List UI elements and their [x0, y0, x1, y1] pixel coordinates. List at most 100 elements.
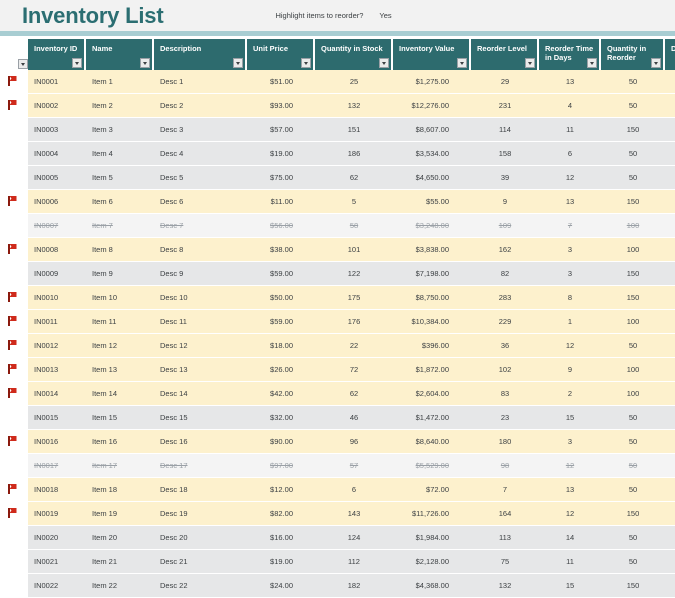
- reorder-flag-icon: [8, 244, 17, 254]
- column-header-reorder[interactable]: Quantity in Reorder: [601, 39, 665, 70]
- table-row[interactable]: IN0003Item 3Desc 3$57.00151$8,607.001141…: [0, 118, 675, 142]
- cell-name: Item 11: [86, 310, 154, 334]
- cell-id: IN0008: [28, 238, 86, 262]
- column-header-disc[interactable]: Discontinued?: [665, 39, 675, 70]
- reorder-flag-icon: [8, 364, 17, 374]
- cell-value: $8,607.00: [393, 118, 471, 142]
- cell-days: 14: [539, 526, 601, 550]
- filter-dropdown-icon[interactable]: [457, 58, 467, 68]
- table-row[interactable]: IN0021Item 21Desc 21$19.00112$2,128.0075…: [0, 550, 675, 574]
- table-row[interactable]: IN0007Item 7Desc 7$56.0058$3,248.0010971…: [0, 214, 675, 238]
- cell-reorder: 50: [601, 334, 665, 358]
- cell-qty: 57: [315, 454, 393, 478]
- table-row[interactable]: IN0002Item 2Desc 2$93.00132$12,276.00231…: [0, 94, 675, 118]
- cell-desc: Desc 17: [154, 454, 247, 478]
- column-header-desc[interactable]: Description: [154, 39, 247, 70]
- cell-name: Item 9: [86, 262, 154, 286]
- cell-qty: 132: [315, 94, 393, 118]
- table-row[interactable]: IN0019Item 19Desc 19$82.00143$11,726.001…: [0, 502, 675, 526]
- column-header-name[interactable]: Name: [86, 39, 154, 70]
- reorder-flag-cell: [0, 94, 28, 118]
- table-row[interactable]: IN0020Item 20Desc 20$16.00124$1,984.0011…: [0, 526, 675, 550]
- table-row[interactable]: IN0010Item 10Desc 10$50.00175$8,750.0028…: [0, 286, 675, 310]
- table-body: IN0001Item 1Desc 1$51.0025$1,275.0029135…: [0, 70, 675, 598]
- filter-dropdown-icon[interactable]: [651, 58, 661, 68]
- cell-value: $396.00: [393, 334, 471, 358]
- cell-desc: Desc 16: [154, 430, 247, 454]
- table-row[interactable]: IN0009Item 9Desc 9$59.00122$7,198.008231…: [0, 262, 675, 286]
- filter-dropdown-icon[interactable]: [233, 58, 243, 68]
- table-row[interactable]: IN0012Item 12Desc 12$18.0022$396.0036125…: [0, 334, 675, 358]
- reorder-flag-icon: [8, 292, 17, 302]
- filter-dropdown-icon[interactable]: [140, 58, 150, 68]
- highlight-reorder-control: Highlight items to reorder? Yes: [275, 11, 391, 20]
- column-header-value[interactable]: Inventory Value: [393, 39, 471, 70]
- cell-desc: Desc 19: [154, 502, 247, 526]
- cell-level: 36: [471, 334, 539, 358]
- table-row[interactable]: IN0004Item 4Desc 4$19.00186$3,534.001586…: [0, 142, 675, 166]
- cell-disc: [665, 406, 675, 430]
- reorder-flag-cell: [0, 550, 28, 574]
- cell-days: 12: [539, 502, 601, 526]
- column-header-label: Inventory Value: [399, 44, 454, 53]
- cell-qty: 175: [315, 286, 393, 310]
- filter-dropdown-icon[interactable]: [379, 58, 389, 68]
- cell-disc: [665, 70, 675, 94]
- column-header-qty[interactable]: Quantity in Stock: [315, 39, 393, 70]
- column-header-level[interactable]: Reorder Level: [471, 39, 539, 70]
- reorder-flag-cell: [0, 142, 28, 166]
- cell-qty: 25: [315, 70, 393, 94]
- highlight-reorder-value[interactable]: Yes: [379, 11, 391, 20]
- filter-dropdown-icon[interactable]: [18, 59, 28, 69]
- cell-value: $1,984.00: [393, 526, 471, 550]
- cell-level: 39: [471, 166, 539, 190]
- table-row[interactable]: IN0014Item 14Desc 14$42.0062$2,604.00832…: [0, 382, 675, 406]
- table-row[interactable]: IN0013Item 13Desc 13$26.0072$1,872.00102…: [0, 358, 675, 382]
- cell-price: $11.00: [247, 190, 315, 214]
- cell-level: 113: [471, 526, 539, 550]
- table-row[interactable]: IN0022Item 22Desc 22$24.00182$4,368.0013…: [0, 574, 675, 598]
- table-row[interactable]: IN0011Item 11Desc 11$59.00176$10,384.002…: [0, 310, 675, 334]
- filter-dropdown-icon[interactable]: [587, 58, 597, 68]
- cell-price: $12.00: [247, 478, 315, 502]
- cell-id: IN0003: [28, 118, 86, 142]
- filter-dropdown-icon[interactable]: [525, 58, 535, 68]
- cell-days: 12: [539, 166, 601, 190]
- column-header-label: Quantity in Reorder: [607, 44, 646, 62]
- cell-id: IN0018: [28, 478, 86, 502]
- reorder-flag-icon: [8, 76, 17, 86]
- table-row[interactable]: IN0006Item 6Desc 6$11.005$55.00913150: [0, 190, 675, 214]
- column-header-price[interactable]: Unit Price: [247, 39, 315, 70]
- cell-price: $38.00: [247, 238, 315, 262]
- column-header-id[interactable]: Inventory ID: [28, 39, 86, 70]
- cell-level: 162: [471, 238, 539, 262]
- column-header-label: Reorder Time in Days: [545, 44, 593, 62]
- cell-name: Item 19: [86, 502, 154, 526]
- cell-id: IN0022: [28, 574, 86, 598]
- column-header-days[interactable]: Reorder Time in Days: [539, 39, 601, 70]
- filter-dropdown-icon[interactable]: [72, 58, 82, 68]
- filter-dropdown-icon[interactable]: [301, 58, 311, 68]
- reorder-flag-icon: [8, 436, 17, 446]
- cell-reorder: 150: [601, 190, 665, 214]
- cell-price: $26.00: [247, 358, 315, 382]
- cell-level: 231: [471, 94, 539, 118]
- cell-id: IN0014: [28, 382, 86, 406]
- table-row[interactable]: IN0001Item 1Desc 1$51.0025$1,275.0029135…: [0, 70, 675, 94]
- cell-reorder: 100: [601, 214, 665, 238]
- cell-value: $3,534.00: [393, 142, 471, 166]
- cell-price: $75.00: [247, 166, 315, 190]
- reorder-flag-icon: [8, 484, 17, 494]
- cell-level: 109: [471, 214, 539, 238]
- table-row[interactable]: IN0005Item 5Desc 5$75.0062$4,650.0039125…: [0, 166, 675, 190]
- reorder-flag-cell: [0, 286, 28, 310]
- table-row[interactable]: IN0008Item 8Desc 8$38.00101$3,838.001623…: [0, 238, 675, 262]
- table-row[interactable]: IN0016Item 16Desc 16$90.0096$8,640.00180…: [0, 430, 675, 454]
- table-row[interactable]: IN0018Item 18Desc 18$12.006$72.0071350: [0, 478, 675, 502]
- table-row[interactable]: IN0017Item 17Desc 17$97.0057$5,529.00981…: [0, 454, 675, 478]
- reorder-flag-cell: [0, 454, 28, 478]
- cell-reorder: 50: [601, 430, 665, 454]
- cell-value: $11,726.00: [393, 502, 471, 526]
- table-row[interactable]: IN0015Item 15Desc 15$32.0046$1,472.00231…: [0, 406, 675, 430]
- cell-days: 13: [539, 190, 601, 214]
